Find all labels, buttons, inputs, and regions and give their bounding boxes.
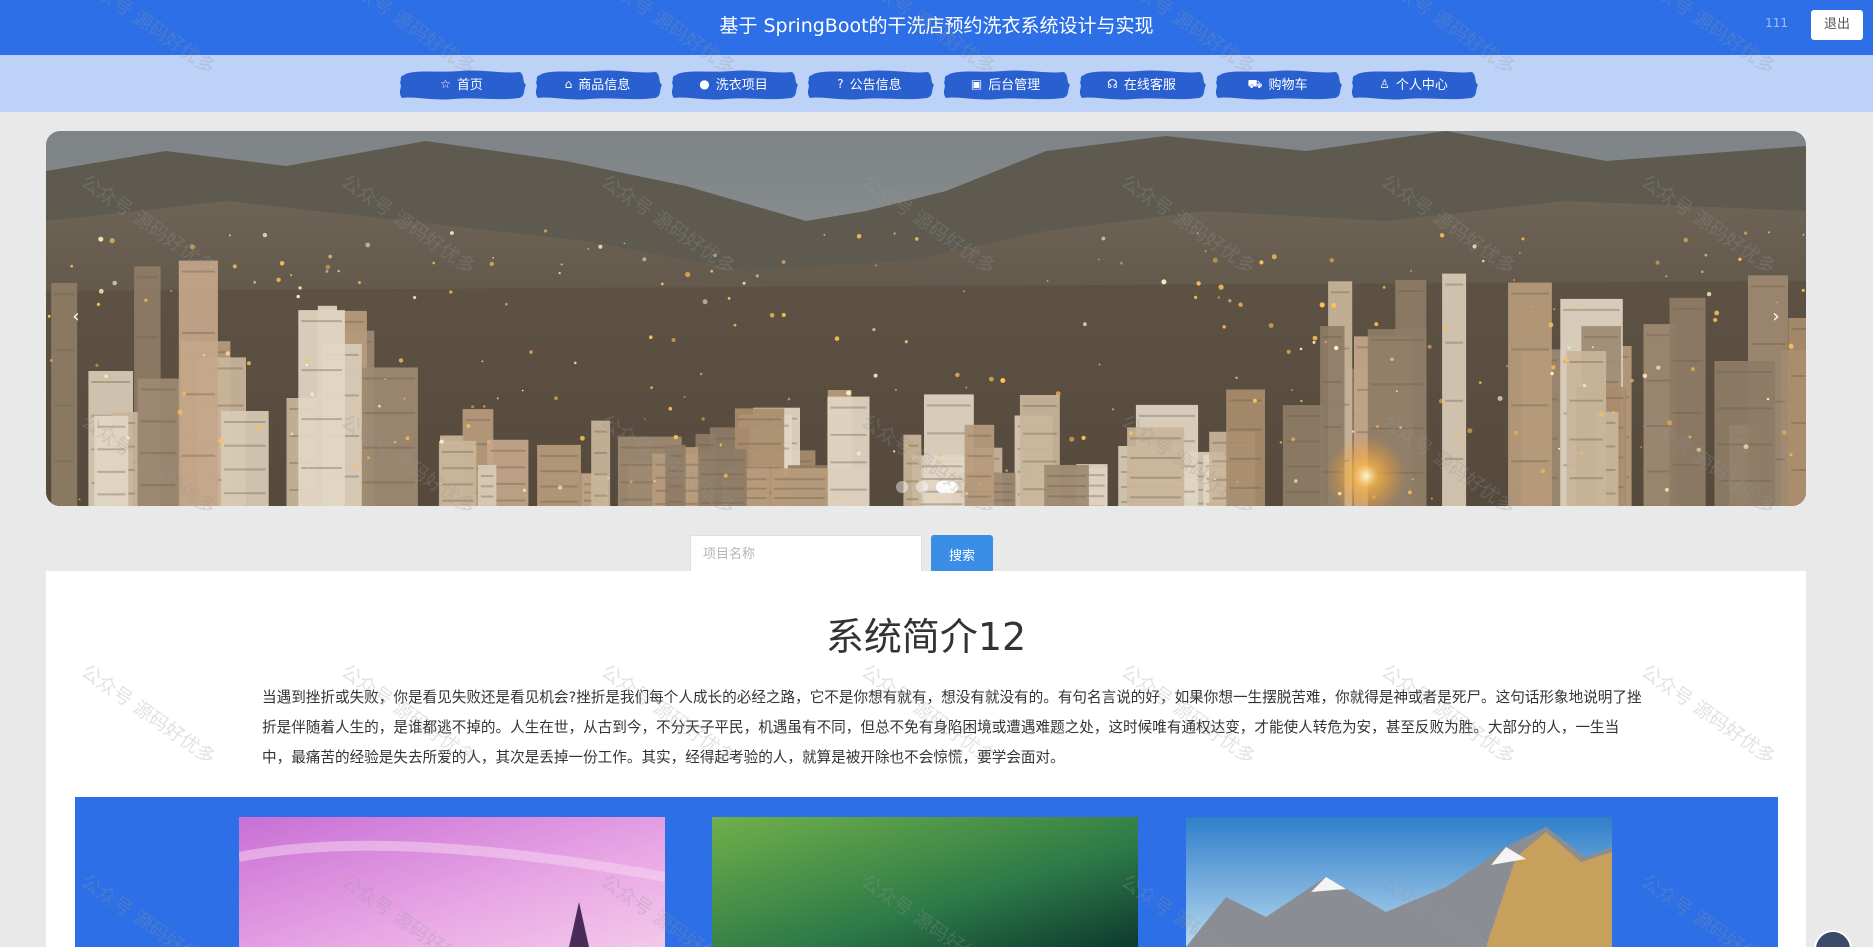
carousel-dot-3[interactable]	[936, 481, 958, 493]
site-title: 基于 SpringBoot的干洗店预约洗衣系统设计与实现	[719, 15, 1154, 37]
nav-item-1[interactable]: ☆ 首页	[398, 66, 526, 102]
clipboard-icon: ▣	[970, 76, 983, 91]
search-button[interactable]: 搜索	[931, 535, 993, 573]
gallery-image-3	[1186, 817, 1612, 947]
carousel-next-icon[interactable]: ›	[1762, 299, 1790, 335]
nav-item-label: 洗衣项目	[715, 78, 768, 93]
nav-item-8[interactable]: ♙ 个人中心	[1350, 66, 1478, 102]
question-icon: ?	[837, 76, 844, 91]
user-icon: ♙	[1379, 76, 1390, 91]
top-header: 基于 SpringBoot的干洗店预约洗衣系统设计与实现 111 退出	[0, 0, 1873, 55]
username-label: 111	[1765, 16, 1788, 30]
headset-icon: ☊	[1107, 76, 1118, 91]
info-icon: ●	[699, 76, 710, 91]
intro-text: 当遇到挫折或失败，你是看见失败还是看见机会?挫折是我们每个人成长的必经之路，它不…	[262, 689, 1642, 766]
nav-item-2[interactable]: ⌂ 商品信息	[534, 66, 662, 102]
nav-item-4[interactable]: ? 公告信息	[806, 66, 934, 102]
gallery-image-2	[712, 817, 1138, 947]
star-icon: ☆	[440, 76, 451, 91]
nav-item-7[interactable]: ⛟ 购物车	[1214, 66, 1342, 102]
floating-chat-avatar[interactable]	[1814, 930, 1852, 947]
intro-image-gallery	[75, 797, 1778, 947]
main-nav: ☆ 首页 ⌂ 商品信息 ● 洗衣项目? 公告信息 ▣ 后台管理 ☊ 在线客服 ⛟ 购物车 ♙ 个人中心	[0, 55, 1873, 112]
intro-title: 系统简介12	[825, 615, 1027, 659]
logout-button[interactable]: 退出	[1811, 10, 1863, 40]
gallery-image-1	[239, 817, 665, 947]
project-name-search-input[interactable]	[690, 535, 922, 573]
nav-item-label: 个人中心	[1395, 78, 1448, 93]
carousel-prev-icon[interactable]: ‹	[62, 299, 90, 335]
nav-item-label: 公告信息	[849, 78, 902, 93]
banner-image	[46, 131, 1806, 506]
nav-item-6[interactable]: ☊ 在线客服	[1078, 66, 1206, 102]
nav-item-label: 首页	[456, 78, 483, 93]
nav-item-label: 后台管理	[988, 78, 1041, 93]
nav-item-label: 购物车	[1268, 78, 1308, 93]
nav-item-5[interactable]: ▣ 后台管理	[942, 66, 1070, 102]
carousel-indicators	[896, 481, 958, 493]
nav-item-label: 商品信息	[578, 78, 631, 93]
cart-icon: ⛟	[1247, 76, 1263, 91]
banner-carousel[interactable]: ‹ ›	[46, 131, 1806, 506]
nav-item-label: 在线客服	[1123, 78, 1176, 93]
bag-icon: ⌂	[564, 76, 573, 91]
carousel-dot-1[interactable]	[896, 481, 908, 493]
nav-item-3[interactable]: ● 洗衣项目	[670, 66, 798, 102]
carousel-dot-2[interactable]	[916, 481, 928, 493]
